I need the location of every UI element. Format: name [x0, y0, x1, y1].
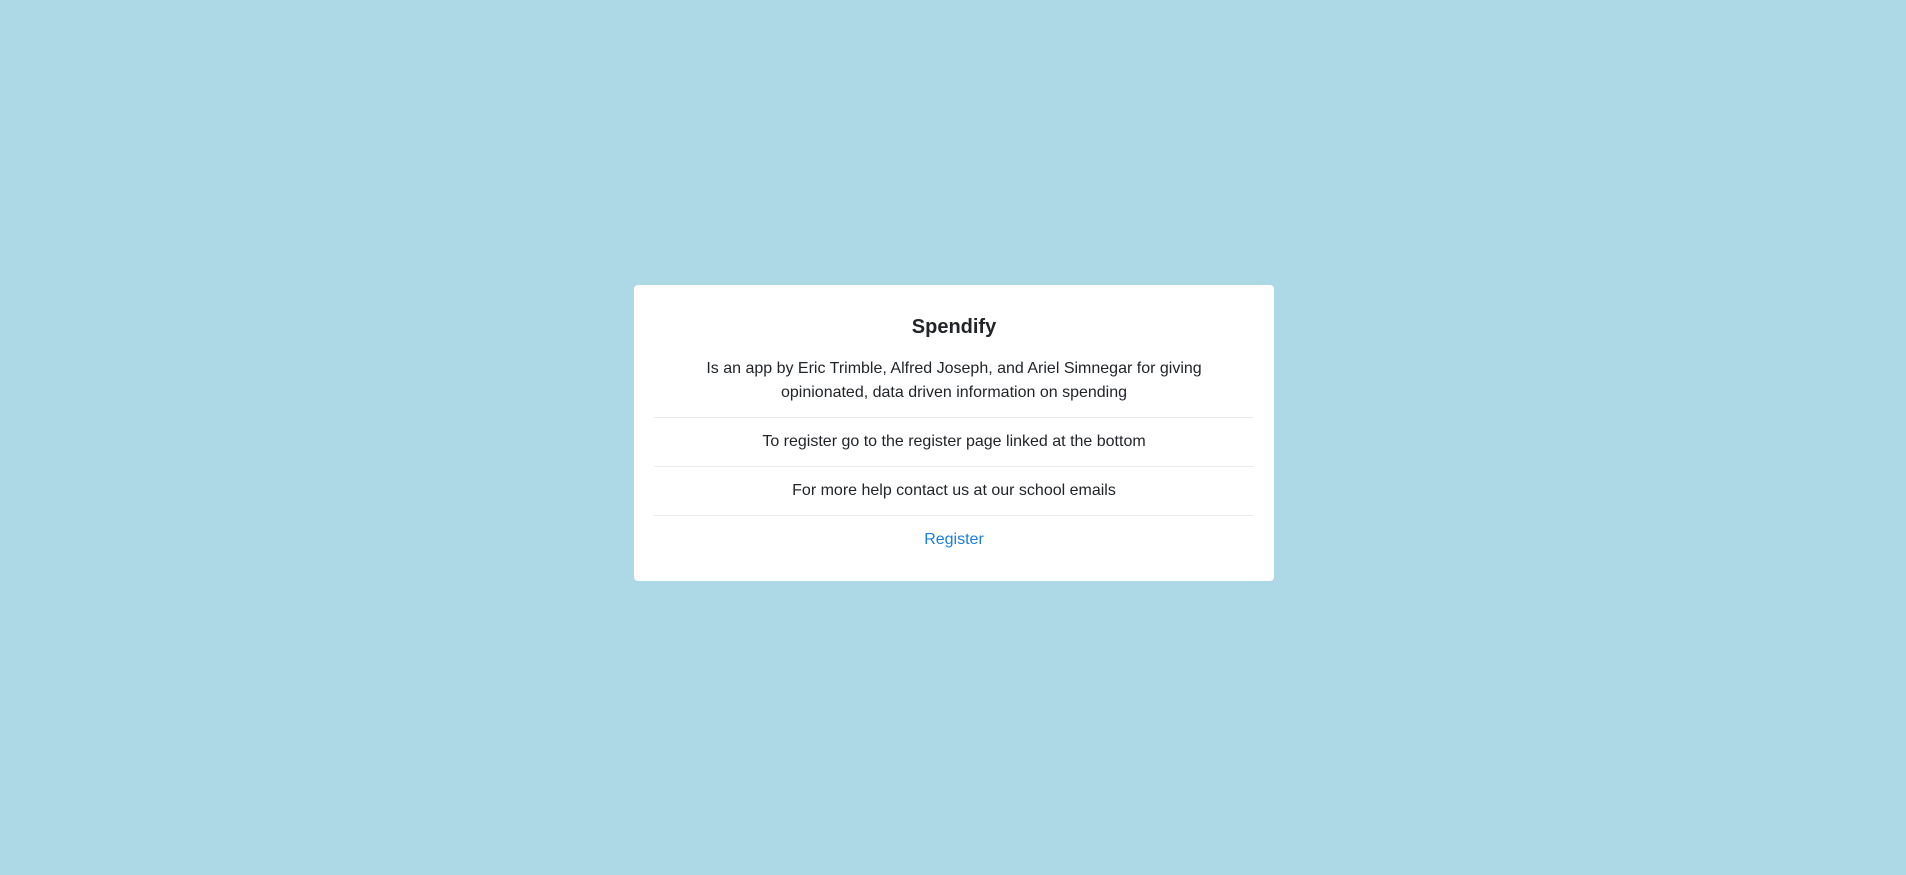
help-info: For more help contact us at our school e… [792, 482, 1116, 499]
info-card: Spendify Is an app by Eric Trimble, Alfr… [634, 285, 1274, 581]
register-link[interactable]: Register [924, 531, 984, 548]
app-description: Is an app by Eric Trimble, Alfred Joseph… [706, 360, 1202, 401]
register-info: To register go to the register page link… [762, 433, 1146, 450]
register-link-container: Register [654, 516, 1254, 564]
card-title: Spendify [911, 316, 997, 338]
